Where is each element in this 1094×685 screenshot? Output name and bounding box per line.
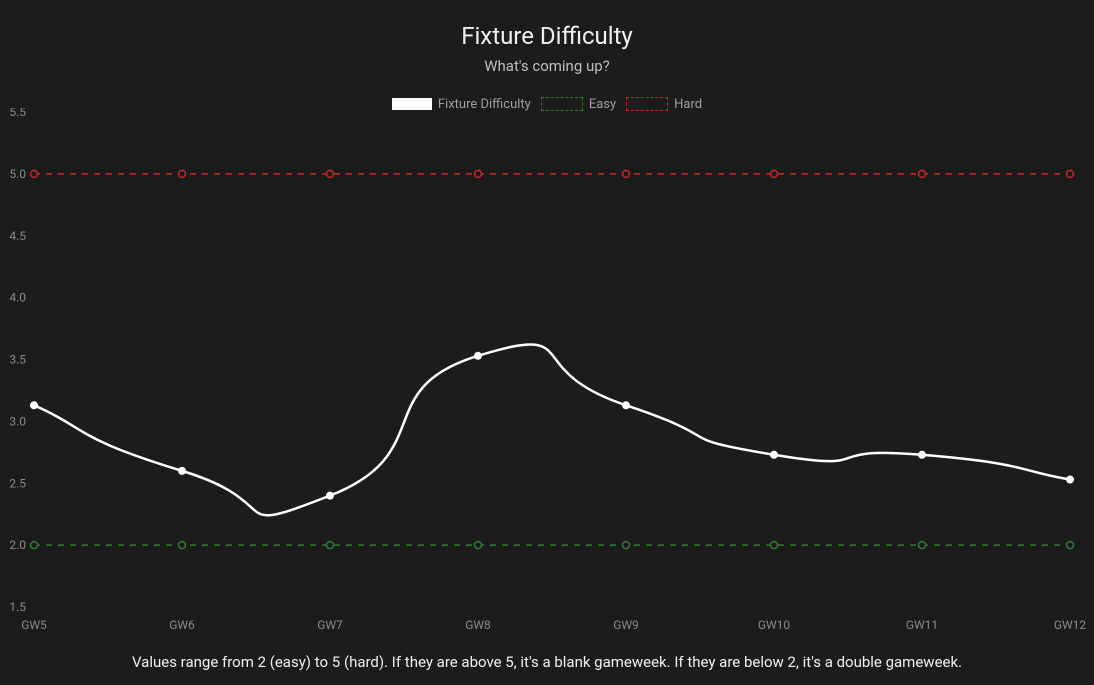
x-tick-label: GW11 bbox=[906, 618, 938, 632]
y-tick-label: 5.5 bbox=[9, 108, 26, 119]
series-line bbox=[34, 344, 1070, 515]
chart-svg: 1.5 2.0 2.5 3.0 3.5 4.0 4.5 5.0 5.5 GW5 GW6 GW7 GW8 G… bbox=[0, 108, 1094, 639]
data-point[interactable] bbox=[327, 170, 334, 177]
x-tick-label: GW9 bbox=[613, 618, 639, 632]
y-tick-label: 1.5 bbox=[9, 600, 26, 614]
x-tick-label: GW12 bbox=[1054, 618, 1087, 632]
data-point[interactable] bbox=[623, 170, 630, 177]
data-point[interactable] bbox=[771, 542, 778, 549]
y-tick-label: 2.5 bbox=[9, 476, 26, 490]
data-point[interactable] bbox=[31, 170, 38, 177]
chart-caption: Values range from 2 (easy) to 5 (hard). … bbox=[0, 653, 1094, 671]
data-point[interactable] bbox=[475, 170, 482, 177]
data-point[interactable] bbox=[770, 451, 778, 459]
chart-panel: { "chart_data": { "type": "line", "title… bbox=[0, 0, 1094, 685]
data-point[interactable] bbox=[327, 542, 334, 549]
data-point[interactable] bbox=[31, 542, 38, 549]
data-point[interactable] bbox=[1066, 476, 1074, 484]
y-tick-label: 5.0 bbox=[9, 167, 26, 181]
data-point[interactable] bbox=[326, 492, 334, 500]
data-point[interactable] bbox=[30, 401, 38, 409]
data-point[interactable] bbox=[474, 352, 482, 360]
y-tick-label: 4.5 bbox=[9, 229, 26, 243]
x-tick-label: GW8 bbox=[465, 618, 491, 632]
data-point[interactable] bbox=[918, 451, 926, 459]
data-point[interactable] bbox=[179, 542, 186, 549]
data-point[interactable] bbox=[623, 542, 630, 549]
y-tick-label: 3.0 bbox=[9, 414, 26, 428]
data-point[interactable] bbox=[178, 467, 186, 475]
data-point[interactable] bbox=[919, 542, 926, 549]
data-point[interactable] bbox=[1067, 170, 1074, 177]
x-tick-label: GW6 bbox=[169, 618, 195, 632]
data-point[interactable] bbox=[1067, 542, 1074, 549]
chart-title: Fixture Difficulty bbox=[0, 0, 1094, 51]
chart-subtitle: What's coming up? bbox=[0, 57, 1094, 75]
x-tick-label: GW10 bbox=[758, 618, 791, 632]
data-point[interactable] bbox=[179, 170, 186, 177]
y-tick-label: 3.5 bbox=[9, 353, 26, 367]
x-tick-label: GW7 bbox=[317, 618, 343, 632]
y-tick-label: 2.0 bbox=[9, 538, 26, 552]
data-point[interactable] bbox=[622, 401, 630, 409]
data-point[interactable] bbox=[919, 170, 926, 177]
chart-plot-area: 1.5 2.0 2.5 3.0 3.5 4.0 4.5 5.0 5.5 GW5 GW6 GW7 GW8 G… bbox=[0, 108, 1094, 639]
data-point[interactable] bbox=[475, 542, 482, 549]
data-point[interactable] bbox=[771, 170, 778, 177]
x-tick-label: GW5 bbox=[21, 618, 47, 632]
y-tick-label: 4.0 bbox=[9, 291, 26, 305]
